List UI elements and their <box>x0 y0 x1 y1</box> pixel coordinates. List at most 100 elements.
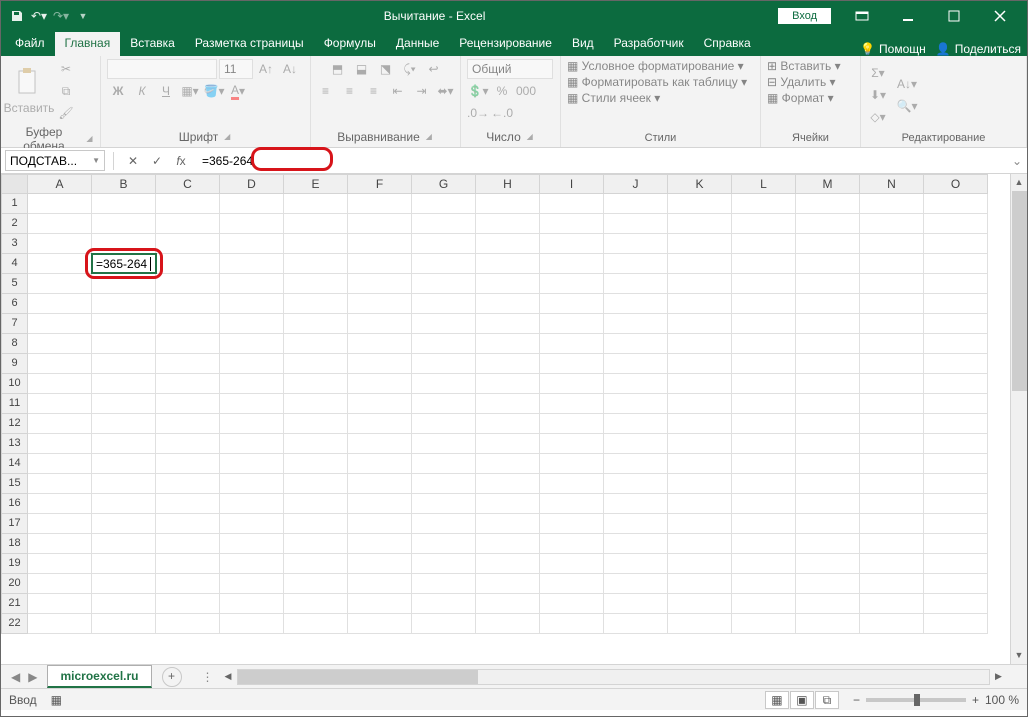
cell-F11[interactable] <box>348 394 412 414</box>
cell-B11[interactable] <box>92 394 156 414</box>
cell-C5[interactable] <box>156 274 220 294</box>
cell-C15[interactable] <box>156 474 220 494</box>
cell-G19[interactable] <box>412 554 476 574</box>
macro-record-icon[interactable]: ▦ <box>51 693 62 707</box>
cell-F13[interactable] <box>348 434 412 454</box>
orientation-icon[interactable]: ⤹▾ <box>399 59 421 79</box>
cell-K7[interactable] <box>668 314 732 334</box>
cell-O6[interactable] <box>924 294 988 314</box>
cell-J8[interactable] <box>604 334 668 354</box>
cell-H3[interactable] <box>476 234 540 254</box>
cell-B21[interactable] <box>92 594 156 614</box>
cell-F10[interactable] <box>348 374 412 394</box>
autosum-icon[interactable]: Σ▾ <box>867 63 889 83</box>
tab-pagelayout[interactable]: Разметка страницы <box>185 32 314 56</box>
font-color-icon[interactable]: A▾ <box>227 81 249 101</box>
cell-N10[interactable] <box>860 374 924 394</box>
col-header-K[interactable]: K <box>668 174 732 194</box>
expand-formula-bar-icon[interactable]: ⌄ <box>1007 154 1027 168</box>
cell-D6[interactable] <box>220 294 284 314</box>
row-header-10[interactable]: 10 <box>1 374 28 394</box>
cell-D14[interactable] <box>220 454 284 474</box>
align-center-icon[interactable]: ≡ <box>339 81 361 101</box>
col-header-L[interactable]: L <box>732 174 796 194</box>
cell-M8[interactable] <box>796 334 860 354</box>
horizontal-scrollbar[interactable]: ⋮ ◀ ▶ <box>202 669 1007 685</box>
col-header-G[interactable]: G <box>412 174 476 194</box>
cell-L6[interactable] <box>732 294 796 314</box>
cell-H16[interactable] <box>476 494 540 514</box>
cell-E10[interactable] <box>284 374 348 394</box>
format-cells-button[interactable]: ▦ Формат ▾ <box>767 91 834 105</box>
fill-icon[interactable]: ⬇▾ <box>867 85 889 105</box>
cell-B17[interactable] <box>92 514 156 534</box>
decrease-font-icon[interactable]: A↓ <box>279 59 301 79</box>
ribbon-options-icon[interactable] <box>839 1 885 31</box>
cell-F3[interactable] <box>348 234 412 254</box>
cell-C10[interactable] <box>156 374 220 394</box>
cell-D8[interactable] <box>220 334 284 354</box>
cell-E9[interactable] <box>284 354 348 374</box>
tab-data[interactable]: Данные <box>386 32 449 56</box>
percent-icon[interactable]: % <box>491 81 513 101</box>
cell-D15[interactable] <box>220 474 284 494</box>
cell-J15[interactable] <box>604 474 668 494</box>
cell-O1[interactable] <box>924 194 988 214</box>
cell-N3[interactable] <box>860 234 924 254</box>
cell-C21[interactable] <box>156 594 220 614</box>
cell-C9[interactable] <box>156 354 220 374</box>
cell-G8[interactable] <box>412 334 476 354</box>
cell-F8[interactable] <box>348 334 412 354</box>
cell-D3[interactable] <box>220 234 284 254</box>
cell-C4[interactable] <box>156 254 220 274</box>
cell-F22[interactable] <box>348 614 412 634</box>
clear-icon[interactable]: ◇▾ <box>867 107 889 127</box>
cell-D2[interactable] <box>220 214 284 234</box>
cell-F6[interactable] <box>348 294 412 314</box>
cell-O2[interactable] <box>924 214 988 234</box>
align-right-icon[interactable]: ≡ <box>363 81 385 101</box>
cell-O15[interactable] <box>924 474 988 494</box>
cell-K2[interactable] <box>668 214 732 234</box>
cell-N5[interactable] <box>860 274 924 294</box>
cell-N4[interactable] <box>860 254 924 274</box>
cell-D19[interactable] <box>220 554 284 574</box>
cell-A3[interactable] <box>28 234 92 254</box>
cell-C6[interactable] <box>156 294 220 314</box>
undo-icon[interactable]: ↶▾ <box>31 8 47 24</box>
cell-K11[interactable] <box>668 394 732 414</box>
cell-F15[interactable] <box>348 474 412 494</box>
cell-E3[interactable] <box>284 234 348 254</box>
cell-N18[interactable] <box>860 534 924 554</box>
cell-A21[interactable] <box>28 594 92 614</box>
cell-L17[interactable] <box>732 514 796 534</box>
cell-N14[interactable] <box>860 454 924 474</box>
cell-J2[interactable] <box>604 214 668 234</box>
cell-I8[interactable] <box>540 334 604 354</box>
cell-M1[interactable] <box>796 194 860 214</box>
cell-G14[interactable] <box>412 454 476 474</box>
cell-E22[interactable] <box>284 614 348 634</box>
cell-I20[interactable] <box>540 574 604 594</box>
cell-I14[interactable] <box>540 454 604 474</box>
merge-icon[interactable]: ⬌▾ <box>435 81 457 101</box>
cell-N15[interactable] <box>860 474 924 494</box>
col-header-M[interactable]: M <box>796 174 860 194</box>
cell-E13[interactable] <box>284 434 348 454</box>
cell-E11[interactable] <box>284 394 348 414</box>
cell-J22[interactable] <box>604 614 668 634</box>
cell-O7[interactable] <box>924 314 988 334</box>
cell-D21[interactable] <box>220 594 284 614</box>
cell-K9[interactable] <box>668 354 732 374</box>
cell-H20[interactable] <box>476 574 540 594</box>
cell-K12[interactable] <box>668 414 732 434</box>
cell-L18[interactable] <box>732 534 796 554</box>
tab-nav-next-icon[interactable]: ▶ <box>28 670 37 684</box>
cell-O21[interactable] <box>924 594 988 614</box>
view-pagelayout-icon[interactable]: ▣ <box>790 691 814 709</box>
row-header-19[interactable]: 19 <box>1 554 28 574</box>
login-button[interactable]: Вход <box>778 8 831 24</box>
cell-N21[interactable] <box>860 594 924 614</box>
cell-H11[interactable] <box>476 394 540 414</box>
cell-N8[interactable] <box>860 334 924 354</box>
